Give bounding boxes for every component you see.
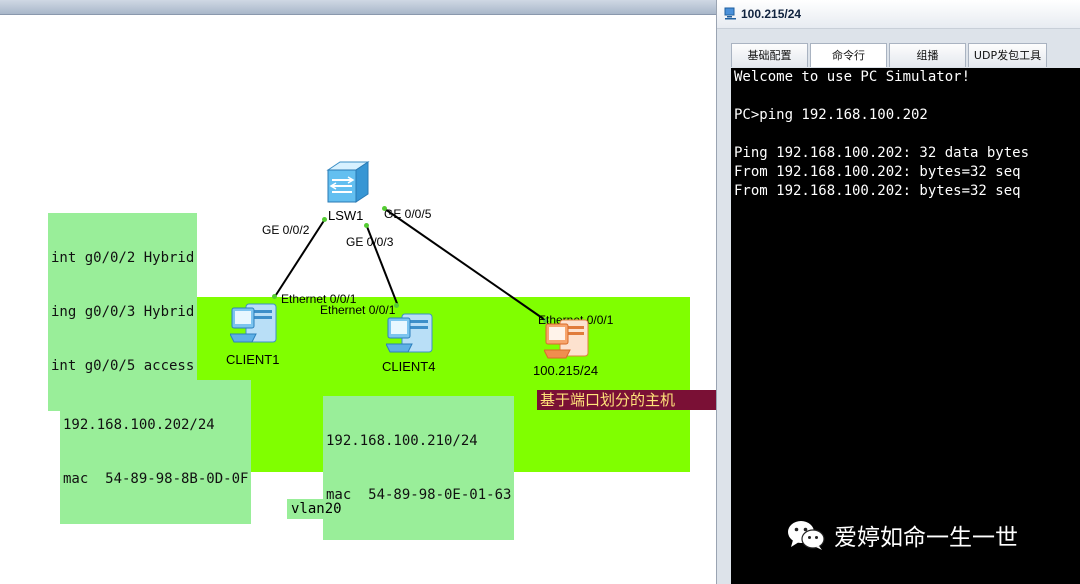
port-indicator [322,217,327,222]
switch-name: LSW1 [328,208,364,223]
terminal-line: PC>ping 192.168.100.202 [734,107,928,123]
switch-icon[interactable] [322,160,372,206]
port-label: Ethernet 0/0/1 [320,303,396,317]
port-label: GE 0/0/3 [346,235,394,249]
window-title: 100.215/24 [741,7,802,21]
terminal-line: Ping 192.168.100.202: 32 data bytes [734,145,1030,161]
note-line: ing g0/0/3 Hybrid [51,304,195,320]
tab-udp-tool[interactable]: UDP发包工具 [968,43,1047,67]
wechat-icon [788,521,825,550]
tab-multicast[interactable]: 组播 [889,43,966,67]
client-pc-icon[interactable] [386,310,438,358]
note-line: int g0/0/5 access [51,358,195,374]
note-line: 192.168.100.202/24 [63,417,215,433]
port-indicator [364,223,369,228]
client1-address-note[interactable]: 192.168.100.202/24 mac 54-89-98-8B-0D-0F [60,380,252,524]
tab-command-line[interactable]: 命令行 [810,43,887,67]
pc-simulator-window[interactable]: 100.215/24 基础配置 命令行 组播 UDP发包工具 Welcome t… [716,0,1080,584]
vlan-note[interactable]: vlan20 [287,499,346,519]
client-pc-icon[interactable] [230,300,282,348]
terminal-line: From 192.168.100.202: bytes=32 seq [734,164,1021,180]
pc-icon[interactable] [544,316,594,362]
client4-address-note[interactable]: 192.168.100.210/24 mac 54-89-98-0E-01-63 [323,396,515,540]
port-indicator [272,294,277,299]
terminal-line: From 192.168.100.202: bytes=32 seq [734,183,1021,199]
host-description-note[interactable]: 基于端口划分的主机 [537,390,716,410]
port-label: GE 0/0/5 [384,207,432,221]
pc-window-body: 基础配置 命令行 组播 UDP发包工具 Welcome to use PC Si… [717,29,1080,584]
topology-canvas[interactable]: int g0/0/2 Hybrid ing g0/0/3 Hybrid int … [0,0,716,584]
device-name: 100.215/24 [533,363,599,378]
port-label: GE 0/0/2 [262,223,310,237]
note-line: mac 54-89-98-0E-01-63 [326,487,512,503]
link-lsw1-host[interactable] [384,208,549,323]
window-titlebar[interactable]: 100.215/24 [717,0,1080,29]
terminal-output[interactable]: Welcome to use PC Simulator! PC>ping 192… [731,68,1080,584]
note-line: mac 54-89-98-8B-0D-0F [63,471,249,487]
note-line: int g0/0/2 Hybrid [51,250,195,266]
watermark: 爱婷如命一生一世 [786,518,1018,552]
terminal-line: Welcome to use PC Simulator! [734,69,971,85]
device-name: CLIENT4 [382,359,436,374]
note-line: 192.168.100.210/24 [326,433,478,449]
pc-simulator-icon [724,7,736,20]
watermark-text: 爱婷如命一生一世 [834,525,1018,551]
tab-basic-config[interactable]: 基础配置 [731,43,808,67]
device-name: CLIENT1 [226,352,280,367]
